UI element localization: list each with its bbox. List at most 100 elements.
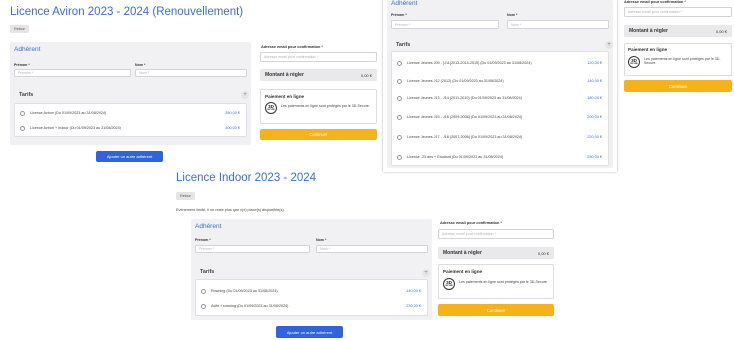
paiement-title: Paiement en ligne (628, 47, 668, 52)
tarif-price: 120,00 € (587, 61, 602, 65)
nom-input[interactable]: Nom * (135, 69, 247, 77)
tarif-label: Licence Jeunes J15 - J16 (2009-2008) (Du… (407, 114, 523, 119)
montant-label: Montant à régler (629, 28, 668, 34)
tarif-price: 180,00 € (587, 96, 602, 100)
tarif-row[interactable]: Rowning (Du 01/09/2023 au 31/08/2024) 14… (196, 287, 427, 295)
prenom-label: Prénom * (391, 13, 407, 17)
back-button[interactable]: Retour (176, 192, 195, 200)
tarif-price: 400,00 € (225, 126, 240, 130)
expand-tarifs-icon[interactable]: + (241, 91, 249, 99)
panel-confirmation: Adresse email pour confirmation * Adress… (622, 0, 734, 100)
nom-input[interactable]: Nom * (507, 20, 609, 29)
continuer-button[interactable]: Continuer (438, 304, 554, 316)
radio-button[interactable] (397, 114, 402, 120)
paiement-title: Paiement en ligne (443, 269, 483, 274)
paiement-box: Paiement en ligne 3D SECURE Les paiement… (260, 89, 377, 124)
email-label: Adresse email pour confirmation * (261, 45, 323, 49)
montant-value: 0,00 € (360, 72, 372, 78)
tarif-label: Licence Jeunes J17 - J18 (2007-2006) (Du… (407, 134, 523, 139)
tarif-row[interactable]: Licence Aviron + Indoor (Du 01/09/2023 a… (15, 124, 246, 132)
montant-value: 0,00 € (715, 28, 727, 34)
badge-secure-text: SECURE (267, 109, 275, 112)
continuer-button[interactable]: Continuer (260, 129, 377, 140)
radio-button[interactable] (397, 154, 402, 160)
adherent-card: Adhérent Prénom * Prénom * Nom * Nom * T… (191, 219, 432, 320)
tarif-row[interactable]: Licence Aviron (Du 01/09/2023 au 31/08/2… (15, 109, 246, 117)
email-input[interactable]: Adresse email pour confirmation * (438, 229, 554, 239)
tarifs-heading: Tarifs (200, 269, 215, 275)
availability-notice: Evènement limité, il ne reste plus que x… (176, 208, 285, 212)
prenom-input[interactable]: Prénom * (14, 69, 131, 77)
tarifs-heading: Tarifs (396, 42, 411, 48)
tarif-price: 230,00 € (406, 304, 421, 308)
prenom-input[interactable]: Prénom * (195, 245, 310, 253)
tarif-row[interactable]: Licence Jeunes J09 - (J11(2013-2014-2015… (392, 57, 608, 69)
tarif-row[interactable]: Avifit + rowning (Du 01/09/2023 au 31/08… (196, 302, 427, 310)
email-label: Adresse email pour confirmation * (624, 0, 686, 4)
3d-secure-icon: 3D SECURE (443, 278, 455, 290)
expand-tarifs-icon[interactable]: + (422, 269, 430, 277)
tarif-row[interactable]: Licence Jeunes J13 - J14 (2011-2010) (Du… (392, 92, 608, 104)
adherent-card: Adhérent Prénom * Prénom * Nom * Nom * T… (387, 0, 613, 168)
tarif-label: Licence Jeunes J12 (2012) (Du 01/09/2023… (407, 79, 504, 83)
montant-box: Montant à régler 0,00 € (438, 247, 554, 259)
radio-button[interactable] (397, 78, 402, 84)
email-label: Adresse email pour confirmation * (440, 221, 502, 225)
panel-licence-indoor: Licence Indoor 2023 - 2024 Retour Evènem… (172, 166, 562, 340)
adherent-title: Adhérent (14, 46, 41, 53)
prenom-input[interactable]: Prénom * (391, 20, 499, 29)
radio-button[interactable] (201, 288, 206, 294)
panel-licence-jeunes: Adhérent Prénom * Prénom * Nom * Nom * T… (383, 0, 617, 172)
tarif-label: Licence Aviron (Du 01/09/2023 au 31/08/2… (30, 111, 107, 115)
paiement-text: Les paiements en ligne sont protégés par… (281, 104, 370, 108)
tarif-label: Licence Jeunes J13 - J14 (2011-2010) (Du… (407, 95, 522, 100)
3d-secure-icon: 3D SECURE (265, 102, 277, 114)
prenom-label: Prénom * (195, 238, 211, 242)
continuer-button[interactable]: Continuer (624, 80, 732, 92)
nom-label: Nom * (135, 63, 146, 67)
email-input[interactable]: Adresse email pour confirmation * (624, 7, 732, 17)
montant-box: Montant à régler 0,00 € (624, 25, 732, 37)
paiement-text: Les paiements en ligne sont protégés par… (644, 57, 721, 66)
tarif-row[interactable]: Licence -23 ans + Etudiant (Du 01/09/202… (392, 153, 608, 161)
nom-label: Nom * (507, 13, 518, 17)
adherent-title: Adhérent (195, 223, 222, 230)
tarif-row[interactable]: Licence Jeunes J15 - J16 (2009-2008) (Du… (392, 111, 608, 123)
nom-input[interactable]: Nom * (316, 245, 428, 253)
tarif-price: 220,00 € (587, 135, 602, 139)
radio-button[interactable] (397, 134, 402, 140)
tarifs-list: Licence Jeunes J09 - (J11(2013-2014-2015… (391, 51, 609, 166)
radio-button[interactable] (397, 60, 402, 66)
radio-button[interactable] (20, 110, 25, 116)
tarif-price: 140,00 € (406, 289, 421, 293)
email-input[interactable]: Adresse email pour confirmation * (260, 52, 377, 62)
adherent-card: Adhérent Prénom * Prénom * Nom * Nom * T… (10, 42, 251, 145)
paiement-text: Les paiements en ligne sont protégés par… (459, 280, 548, 284)
tarif-row[interactable]: Licence Jeunes J12 (2012) (Du 01/09/2023… (392, 77, 608, 85)
back-button[interactable]: Retour (10, 25, 29, 33)
page-title: Licence Indoor 2023 - 2024 (176, 172, 317, 184)
page-title: Licence Aviron 2023 - 2024 (Renouvelleme… (10, 6, 244, 18)
radio-button[interactable] (20, 125, 25, 131)
tarif-label: Licence Aviron + Indoor (Du 01/09/2023 a… (30, 126, 121, 130)
paiement-box: Paiement en ligne 3D SECURE Les paiement… (438, 264, 554, 299)
tarif-price: 140,00 € (587, 79, 602, 83)
prenom-label: Prénom * (14, 63, 30, 67)
nom-label: Nom * (316, 238, 327, 242)
tarif-price: 350,00 € (225, 111, 240, 115)
tarif-label: Avifit + rowning (Du 01/09/2023 au 31/08… (211, 304, 289, 308)
montant-box: Montant à régler 0,00 € (260, 69, 377, 81)
radio-button[interactable] (201, 303, 206, 309)
tarif-label: Licence Jeunes J09 - (J11(2013-2014-2015… (407, 60, 532, 65)
paiement-box: Paiement en ligne 3D SECURE Les paiement… (624, 43, 732, 76)
tarif-label: Licence -23 ans + Etudiant (Du 01/09/202… (407, 155, 504, 159)
radio-button[interactable] (397, 95, 402, 101)
badge-secure-text: SECURE (630, 63, 638, 66)
panel-licence-aviron: Licence Aviron 2023 - 2024 (Renouvelleme… (0, 0, 382, 170)
add-adherent-button[interactable]: Ajouter un autre adhérent (96, 151, 163, 162)
expand-tarifs-icon[interactable]: + (605, 41, 613, 49)
tarif-row[interactable]: Licence Jeunes J17 - J18 (2007-2006) (Du… (392, 131, 608, 143)
montant-label: Montant à régler (443, 250, 482, 256)
tarifs-heading: Tarifs (19, 92, 34, 98)
add-adherent-button[interactable]: Ajouter un autre adhérent (276, 326, 343, 338)
